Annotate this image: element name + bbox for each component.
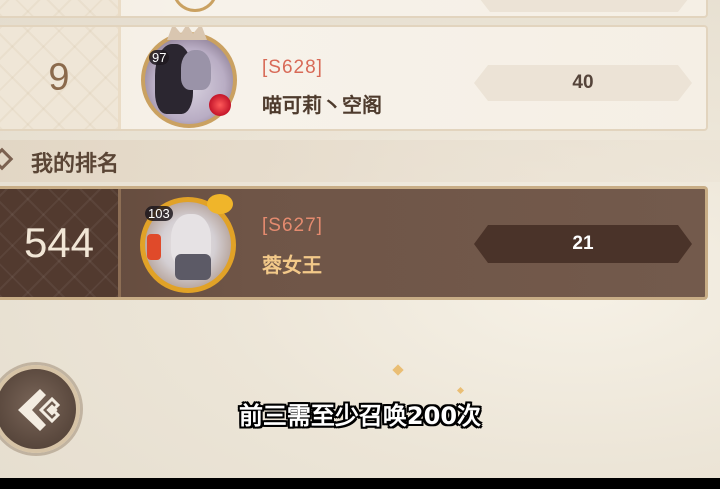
- player-avatar[interactable]: 97: [141, 27, 237, 128]
- my-rank-row[interactable]: 544 103 [S627] 蓉女王 21: [0, 186, 708, 300]
- my-ranking-header: 我的排名: [0, 140, 720, 182]
- crown-icon: [167, 27, 207, 40]
- player-level: 103: [145, 206, 173, 221]
- bottom-bar: [0, 478, 720, 489]
- sparkle-icon: [456, 386, 465, 395]
- character-figure: [181, 50, 211, 90]
- score-badge: 40: [474, 65, 692, 101]
- rank-row-previous: [0, 0, 708, 18]
- player-level: 97: [149, 50, 170, 65]
- server-tag: [S627]: [262, 215, 323, 236]
- rank-cell: [0, 0, 121, 16]
- rank-number: 9: [48, 56, 70, 99]
- character-figure: [175, 254, 211, 280]
- coin-icon: [207, 194, 233, 214]
- lantern-icon: [147, 234, 161, 260]
- avatar-frame-partial: [172, 0, 218, 12]
- player-name: 蓉女王: [262, 253, 322, 277]
- sparkle-icon: [392, 364, 404, 376]
- score-badge-partial: [476, 0, 692, 12]
- diamond-icon: [0, 147, 14, 171]
- section-title: 我的排名: [31, 152, 120, 177]
- subtitle-caption: 前三需至少召唤200次: [238, 402, 482, 430]
- rose-icon: [209, 94, 231, 116]
- rank-cell: 9: [0, 27, 121, 129]
- rank-cell: 544: [0, 189, 121, 297]
- score-badge: 21: [474, 225, 692, 263]
- ranking-screen: 9 97 [S628] 喵可莉丶空阁 40 我的排名 544 103 [S627…: [0, 0, 720, 478]
- rank-number: 544: [23, 219, 95, 266]
- rank-row[interactable]: 9 97 [S628] 喵可莉丶空阁 40: [0, 25, 708, 131]
- player-avatar[interactable]: 103: [140, 194, 236, 293]
- player-name: 喵可莉丶空阁: [262, 93, 382, 117]
- server-tag: [S628]: [262, 57, 323, 78]
